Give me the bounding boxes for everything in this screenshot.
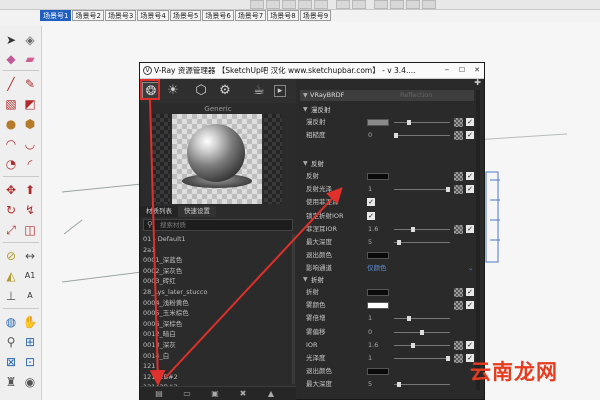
arrow-up-right xyxy=(164,187,343,379)
arrow-down xyxy=(149,99,166,386)
watermark-logo: 云南龙网 xyxy=(470,360,558,384)
annotation-arrows xyxy=(149,99,343,386)
